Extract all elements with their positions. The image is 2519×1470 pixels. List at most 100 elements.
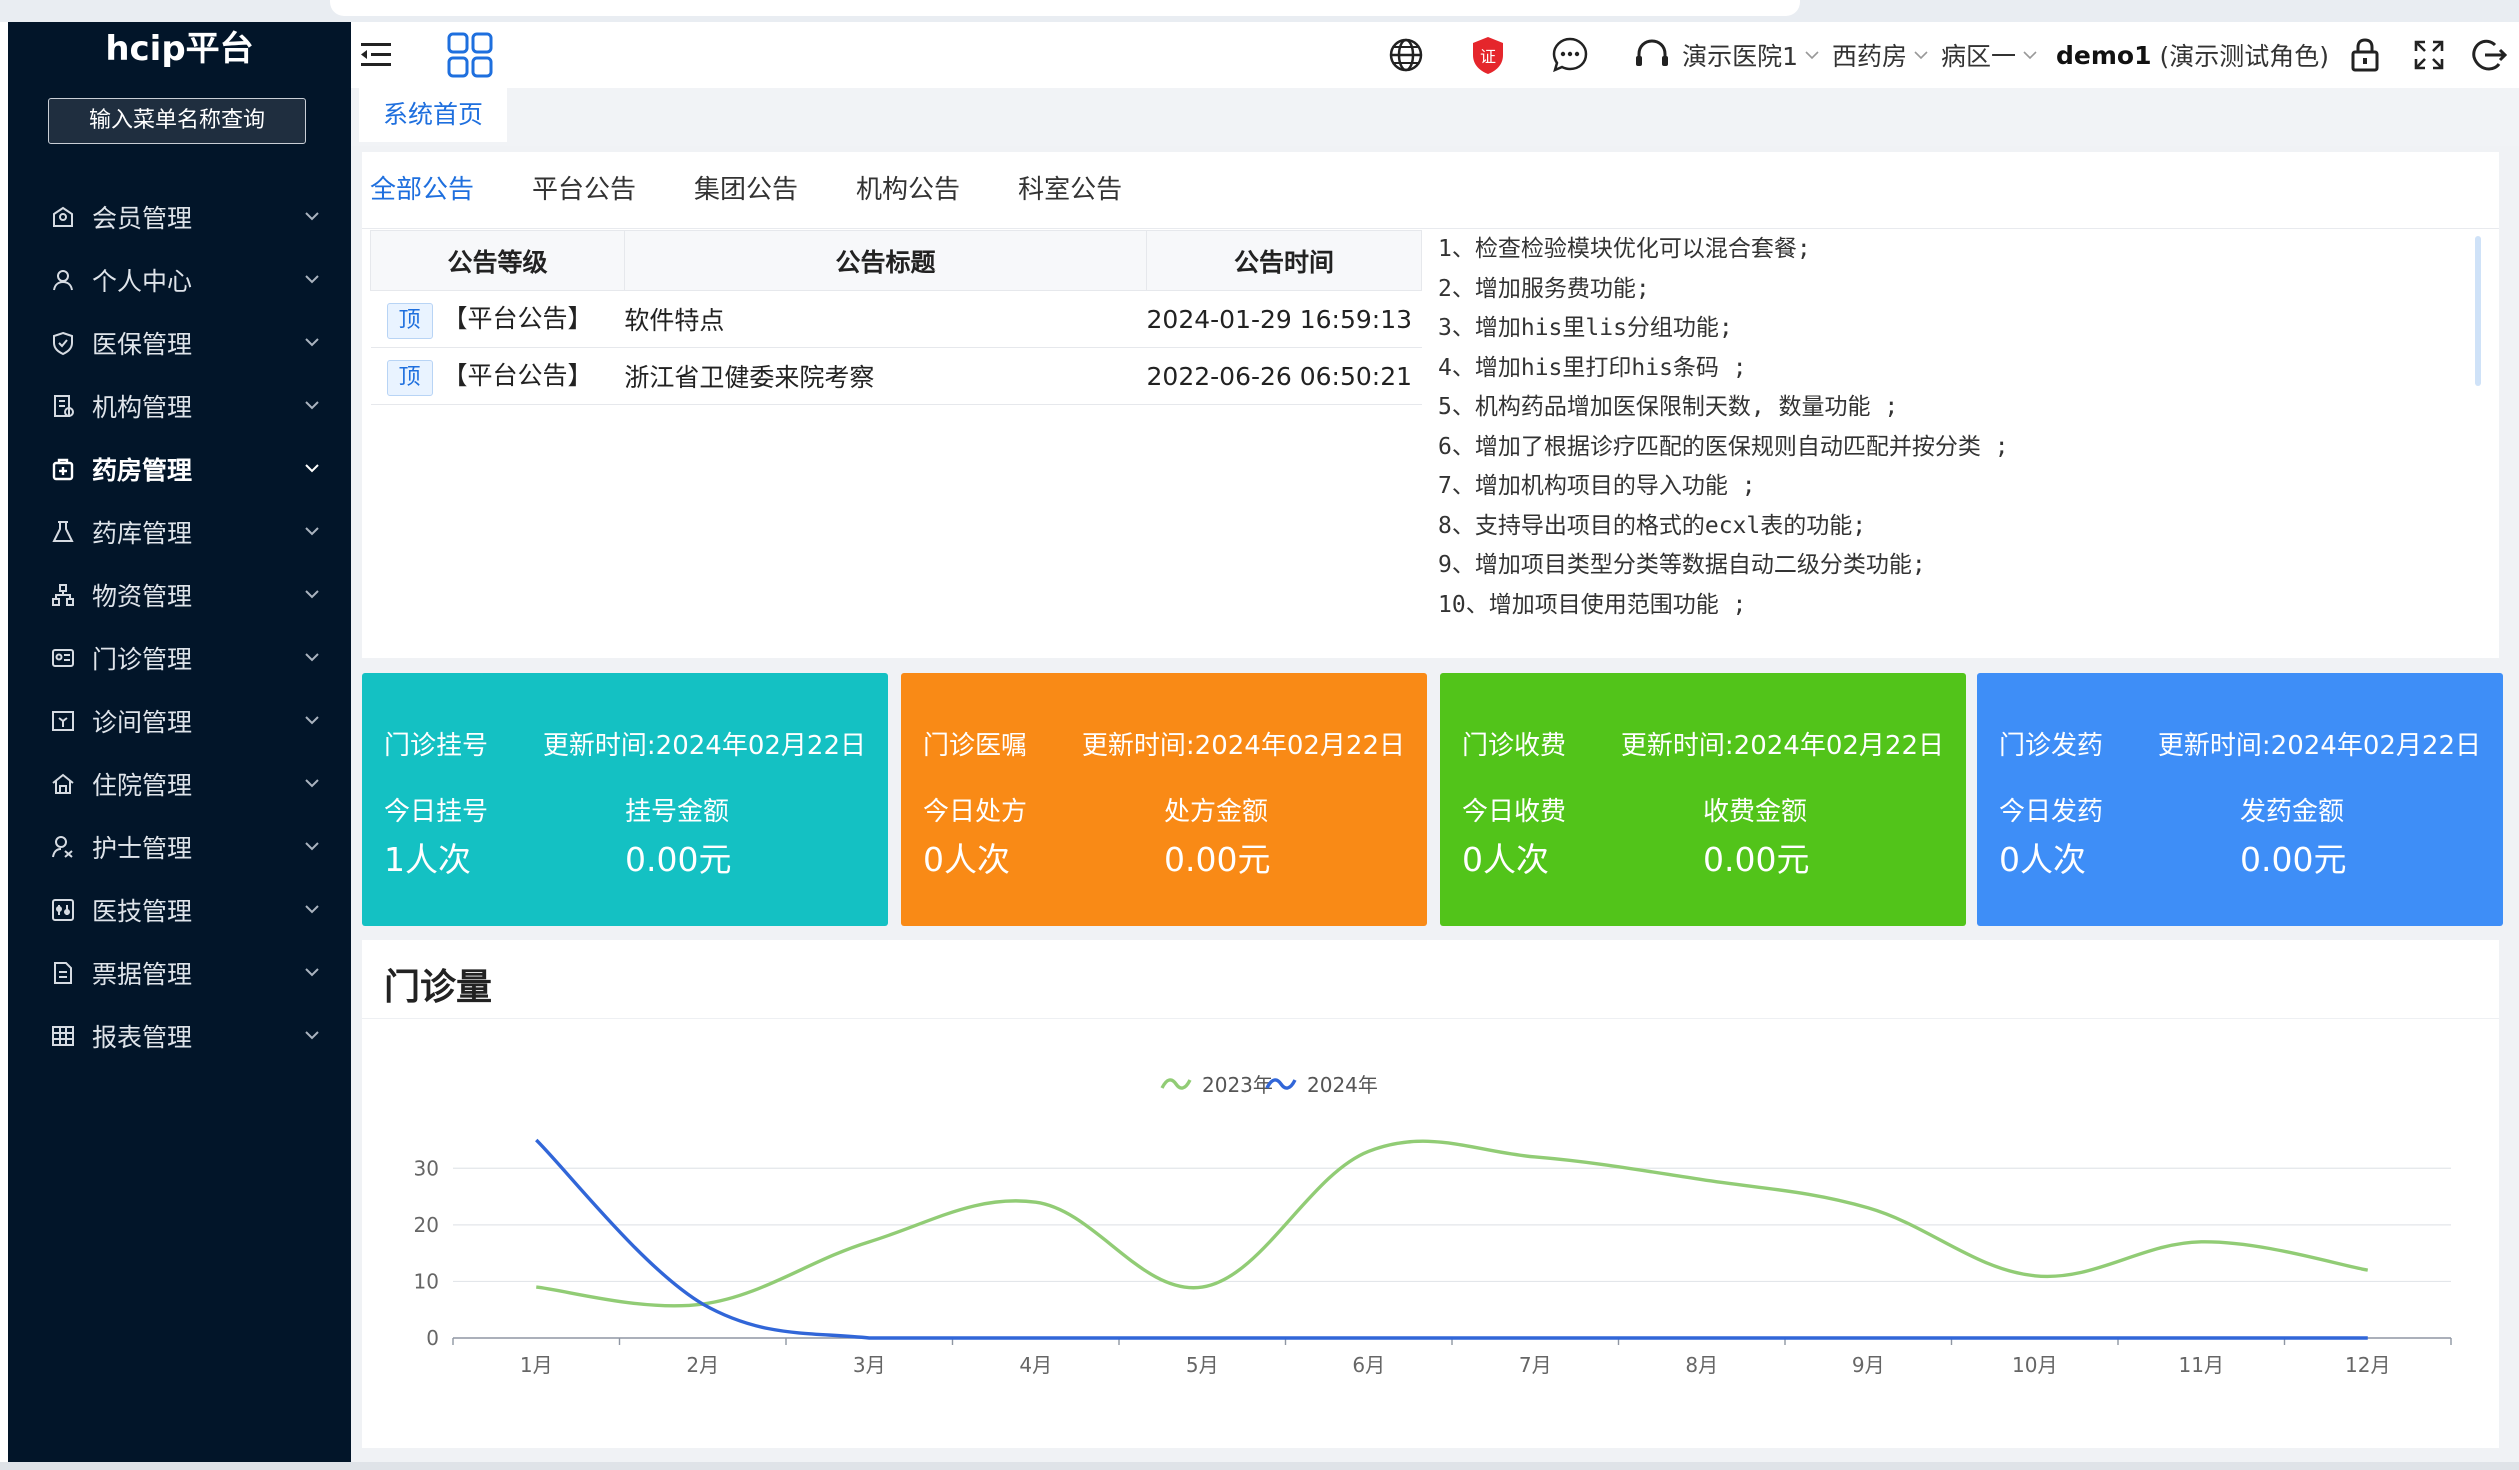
sidebar-item-label: 物资管理: [92, 581, 193, 611]
home-icon: [50, 771, 76, 797]
sidebar-item[interactable]: 会员管理: [8, 185, 351, 248]
sidebar-item[interactable]: 住院管理: [8, 752, 351, 815]
globe-icon[interactable]: [1386, 35, 1426, 75]
stat-updated: 更新时间:2024年02月22日: [1620, 731, 1944, 761]
changelog-item: 9、增加项目类型分类等数据自动二级分类功能;: [1438, 552, 1926, 578]
chevron-down-icon: [305, 716, 319, 725]
x-tick-label: 9月: [1852, 1353, 1885, 1377]
notice-tab[interactable]: 科室公告: [1018, 170, 1122, 230]
tech-icon: [50, 897, 76, 923]
sidebar-item[interactable]: 医保管理: [8, 311, 351, 374]
id-card-icon: [50, 645, 76, 671]
notice-time: 2022-06-26 06:50:21: [1146, 347, 1422, 405]
stat-updated: 更新时间:2024年02月22日: [2157, 731, 2481, 761]
x-tick-label: 11月: [2179, 1353, 2224, 1377]
notice-tab[interactable]: 集团公告: [694, 170, 798, 230]
notice-tab[interactable]: 全部公告: [370, 170, 475, 246]
x-tick-label: 7月: [1519, 1353, 1552, 1377]
fullscreen-icon[interactable]: [2409, 35, 2449, 75]
top-header: 证 演示医院1 西药房 病区一 demo1 (演示测试角色): [351, 22, 2519, 88]
notice-tabs-divider: [362, 228, 2499, 229]
sidebar-menu: 会员管理 个人中心 医保管理机构管理药房管理 药库管理物资管理门诊管理诊间管理住院管理…: [8, 185, 351, 1067]
menu-search-input[interactable]: 输入菜单名称查询: [48, 98, 306, 144]
notice-level-cell: 顶【平台公告】: [370, 290, 625, 348]
notice-title[interactable]: 浙江省卫健委来院考察: [624, 347, 1147, 405]
user-name[interactable]: demo1: [2056, 41, 2151, 70]
member-icon: [50, 204, 76, 230]
sidebar-item-label: 诊间管理: [92, 707, 193, 737]
notice-tab[interactable]: 平台公告: [532, 170, 636, 230]
stat-value: 0人次: [1999, 840, 2086, 879]
changelog-item: 1、检查检验模块优化可以混合套餐;: [1438, 236, 1811, 262]
hospital-select[interactable]: 演示医院1: [1682, 37, 1820, 73]
sidebar-item-label: 机构管理: [92, 392, 193, 422]
chevron-down-icon: [305, 1031, 319, 1040]
chevron-down-icon: [305, 212, 319, 221]
user-role: (演示测试角色): [2159, 42, 2329, 71]
changelog-scrollbar[interactable]: [2475, 236, 2481, 386]
sidebar-item-label: 票据管理: [92, 959, 193, 989]
stat-card[interactable]: 门诊收费 更新时间:2024年02月22日 今日收费 收费金额 0人次 0.00元: [1440, 673, 1966, 926]
notice-title[interactable]: 软件特点: [624, 290, 1147, 348]
sidebar-item[interactable]: 报表管理: [8, 1004, 351, 1067]
chevron-down-icon: [1914, 51, 1928, 60]
certificate-icon[interactable]: 证: [1468, 35, 1508, 75]
chevron-down-icon: [305, 464, 319, 473]
sidebar-item[interactable]: 门诊管理: [8, 626, 351, 689]
hospital-select-value: 演示医院1: [1682, 42, 1798, 71]
collapse-menu-icon[interactable]: [359, 38, 393, 72]
notice-time: 2024-01-29 16:59:13: [1146, 290, 1422, 348]
sidebar-item[interactable]: 药房管理: [8, 437, 351, 500]
stat-title: 门诊收费: [1462, 731, 1567, 761]
stat-label: 今日收费: [1462, 797, 1567, 827]
legend-swatch: [1160, 1078, 1192, 1090]
chart-card: 门诊量 0 10 20 30 1月 2月 3月 4月 5月 6月 7月 8月 9月 10月 11月 12月 20…: [362, 940, 2499, 1448]
y-tick-label: 10: [414, 1269, 439, 1293]
app-root: hcip平台 输入菜单名称查询 会员管理 个人中心 医保管理 机构管理 药房管理 药库管理…: [0, 0, 2519, 1470]
user-icon: [50, 267, 76, 293]
logout-icon[interactable]: [2469, 35, 2509, 75]
chevron-down-icon: [2023, 51, 2037, 60]
table-row[interactable]: 顶【平台公告】 浙江省卫健委来院考察 2022-06-26 06:50:21: [370, 347, 1422, 405]
notice-tab[interactable]: 机构公告: [856, 170, 960, 230]
browser-top-strip: [0, 0, 2519, 22]
sidebar-item[interactable]: 个人中心: [8, 248, 351, 311]
sidebar-item[interactable]: 票据管理: [8, 941, 351, 1004]
sidebar-item[interactable]: 诊间管理: [8, 689, 351, 752]
x-tick-label: 12月: [2345, 1353, 2390, 1377]
chevron-down-icon: [305, 338, 319, 347]
stat-card[interactable]: 门诊医嘱 更新时间:2024年02月22日 今日处方 处方金额 0人次 0.00元: [901, 673, 1427, 926]
stat-value: 0.00元: [625, 840, 732, 879]
sidebar-item[interactable]: 医技管理: [8, 878, 351, 941]
document-icon: [50, 960, 76, 986]
sidebar-item-label: 报表管理: [92, 1022, 193, 1052]
pharmacy-select[interactable]: 西药房: [1832, 37, 1929, 73]
sidebar-item[interactable]: 机构管理: [8, 374, 351, 437]
y-tick-label: 0: [426, 1326, 439, 1350]
flask-icon: [50, 519, 76, 545]
app-grid-icon[interactable]: [445, 30, 495, 80]
stat-label: 处方金额: [1164, 797, 1269, 827]
notice-tabs: 全部公告 平台公告 集团公告 机构公告 科室公告: [370, 170, 1180, 246]
notice-table: 公告等级 公告标题 公告时间 顶【平台公告】 软件特点 2024-01-29 16:…: [370, 230, 1422, 405]
nurse-icon: [50, 834, 76, 860]
stat-value: 0.00元: [1164, 840, 1271, 879]
changelog-item: 7、增加机构项目的导入功能 ;: [1438, 473, 1756, 499]
sidebar-item[interactable]: 物资管理: [8, 563, 351, 626]
headset-icon[interactable]: [1632, 35, 1672, 75]
stat-label: 今日挂号: [384, 797, 489, 827]
sidebar-item-label: 护士管理: [92, 833, 193, 863]
ward-select[interactable]: 病区一: [1941, 37, 2038, 73]
stat-card[interactable]: 门诊发药 更新时间:2024年02月22日 今日发药 发药金额 0人次 0.00元: [1977, 673, 2503, 926]
stat-title: 门诊发药: [1999, 731, 2104, 761]
table-row[interactable]: 顶【平台公告】 软件特点 2024-01-29 16:59:13: [370, 290, 1422, 348]
lock-icon[interactable]: [2345, 35, 2385, 75]
sidebar-item[interactable]: 药库管理: [8, 500, 351, 563]
sidebar-item[interactable]: 护士管理: [8, 815, 351, 878]
changelog-item: 2、增加服务费功能;: [1438, 275, 1650, 302]
ward-select-value: 病区一: [1940, 42, 2016, 71]
tab-home[interactable]: 系统首页: [359, 88, 507, 142]
stat-card[interactable]: 门诊挂号 更新时间:2024年02月22日 今日挂号 挂号金额 1人次 0.00元: [362, 673, 888, 926]
browser-address-edge: [330, 0, 1800, 16]
chat-icon[interactable]: [1550, 35, 1590, 75]
